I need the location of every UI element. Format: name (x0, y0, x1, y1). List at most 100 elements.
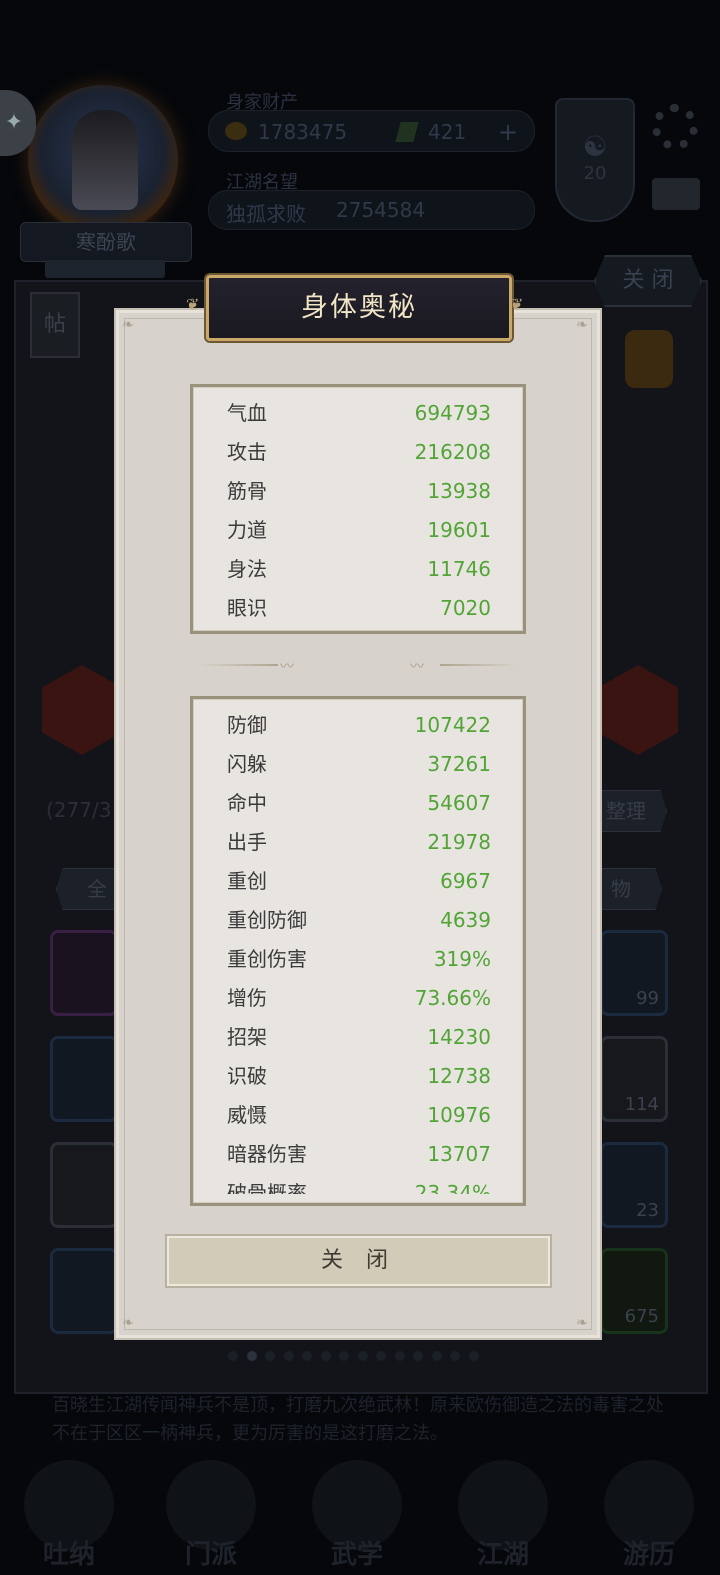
divider-ornament: 〰 (280, 659, 294, 675)
stat-name: 命中 (227, 791, 267, 815)
nav-martial-arts[interactable]: 武学 (302, 1460, 412, 1575)
mail-icon[interactable] (652, 178, 700, 210)
nav-tuna[interactable]: 吐纳 (14, 1460, 124, 1575)
stat-value: 37261 (427, 752, 491, 776)
nav-label: 江湖 (476, 1540, 529, 1570)
top-hud: ✦ 寒酚歌 身家财产 1783475 421 + 江湖名望 独孤求败 27545… (0, 70, 720, 280)
stat-name: 攻击 (227, 440, 267, 464)
stat-value: 13938 (427, 479, 491, 503)
divider-line (440, 664, 518, 666)
page-dot (431, 1351, 442, 1361)
stat-row: 力道 19601 (227, 511, 491, 550)
avatar-portrait (72, 110, 138, 210)
player-subtitle (45, 260, 165, 278)
corner-ornament: ❧ (122, 317, 134, 333)
stat-row: 增伤 73.66% (227, 979, 491, 1018)
stat-name: 暗器伤害 (227, 1142, 307, 1166)
item-count: 23 (636, 1200, 659, 1221)
fame-value: 2754584 (336, 198, 426, 222)
coin-count: 1783475 (258, 120, 348, 144)
nav-jianghu[interactable]: 江湖 (448, 1460, 558, 1575)
stat-name: 招架 (227, 1025, 267, 1049)
stat-name: 闪躲 (227, 752, 267, 776)
stat-name: 识破 (227, 1064, 267, 1088)
taiji-icon: ☯ (582, 130, 608, 163)
nav-label: 武学 (330, 1540, 383, 1570)
player-name: 寒酚歌 (20, 222, 192, 262)
stat-row: 暗器伤害 13707 (227, 1135, 491, 1174)
stat-row: 识破 12738 (227, 1057, 491, 1096)
stat-value: 319% (433, 947, 491, 971)
item-slot[interactable]: 675 (600, 1248, 668, 1334)
stat-row: 威慑 10976 (227, 1096, 491, 1135)
gear-icon[interactable] (652, 104, 698, 150)
stat-row: 筋骨 13938 (227, 472, 491, 511)
stat-row: 命中 54607 (227, 784, 491, 823)
nav-label: 游历 (622, 1540, 675, 1570)
stat-value: 7020 (440, 596, 491, 620)
nav-sect[interactable]: 门派 (156, 1460, 266, 1575)
stat-row: 出手 21978 (227, 823, 491, 862)
page-dot (450, 1351, 460, 1361)
stat-row: 闪躲 37261 (227, 745, 491, 784)
stat-value: 12738 (427, 1064, 491, 1088)
corner-ornament: ❧ (576, 1315, 588, 1331)
page-dot (228, 1351, 238, 1361)
title-wing-ornament: ❦ (510, 295, 524, 314)
stat-name: 筋骨 (227, 479, 267, 503)
page-dot (246, 1351, 257, 1361)
page-dot (394, 1351, 405, 1361)
stat-row: 破骨概率 23.34% (227, 1174, 491, 1194)
item-slot[interactable]: 99 (600, 930, 668, 1016)
stat-name: 力道 (227, 518, 267, 542)
stat-name: 防御 (227, 713, 267, 737)
close-button[interactable]: 关 闭 (165, 1234, 552, 1288)
coin-icon (225, 122, 247, 140)
stat-value: 54607 (427, 791, 491, 815)
item-count: 114 (624, 1094, 659, 1115)
panel-close-tab[interactable]: 关 闭 (594, 255, 702, 307)
stat-name: 气血 (227, 401, 267, 425)
stat-name: 重创 (227, 869, 267, 893)
item-slot[interactable] (50, 1248, 118, 1334)
item-slot[interactable]: 114 (600, 1036, 668, 1122)
divider-line (200, 664, 278, 666)
primary-stats-panel: 气血 694793 攻击 216208 筋骨 13938 力道 19601 身法 11746 眼识 7… (190, 384, 526, 634)
page-dot (339, 1351, 349, 1361)
item-count: 675 (624, 1306, 659, 1327)
item-slot[interactable] (50, 1142, 118, 1228)
nav-travel[interactable]: 游历 (594, 1460, 704, 1575)
title-wing-ornament: ❦ (186, 295, 200, 314)
taiji-level: 20 (583, 163, 607, 184)
taiji-badge[interactable]: ☯ 20 (555, 98, 635, 222)
stat-value: 13707 (427, 1142, 491, 1166)
stat-row: 眼识 7020 (227, 589, 491, 628)
item-slot[interactable] (50, 1036, 118, 1122)
lantern-icon[interactable] (625, 330, 673, 388)
page-dot (376, 1351, 386, 1361)
stat-value: 11746 (427, 557, 491, 581)
stat-value: 21978 (427, 830, 491, 854)
nav-label: 门派 (184, 1540, 237, 1570)
stat-value: 107422 (414, 713, 491, 737)
item-slot[interactable] (50, 930, 118, 1016)
item-count: 99 (636, 988, 659, 1009)
stat-name: 威慑 (227, 1103, 267, 1127)
stat-value: 10976 (427, 1103, 491, 1127)
secondary-stats-panel[interactable]: 防御 107422 闪躲 37261 命中 54607 出手 21978 重创 6967 重创防御 4… (190, 696, 526, 1206)
story-ticker: 百晓生江湖传闻神兵不是顶，打磨九次绝武林！原来欧伤御造之法的毒害之处不在于区区一… (52, 1395, 664, 1444)
add-currency-button[interactable]: + (498, 118, 518, 146)
page-dot (413, 1351, 423, 1361)
bag-capacity: (277/3 (46, 798, 112, 822)
stat-name: 重创伤害 (227, 947, 307, 971)
stat-row: 防御 107422 (227, 706, 491, 745)
stat-name: 眼识 (227, 596, 267, 620)
stat-value: 4639 (440, 908, 491, 932)
item-slot[interactable]: 23 (600, 1142, 668, 1228)
dialog-title: 身体奥秘 (301, 292, 417, 323)
stat-value: 6967 (440, 869, 491, 893)
stat-value: 216208 (414, 440, 491, 464)
stat-value: 14230 (427, 1025, 491, 1049)
nav-label: 吐纳 (42, 1540, 95, 1570)
post-icon[interactable]: 帖 (30, 292, 80, 358)
